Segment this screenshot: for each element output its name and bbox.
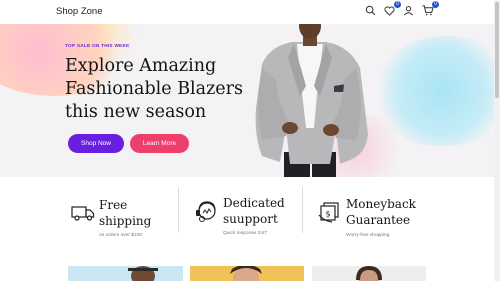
headset-icon xyxy=(196,201,216,222)
feature-subtitle: Worry-free shopping xyxy=(346,233,390,238)
header-icons: 0 0 xyxy=(364,1,439,17)
feature-title: Free shipping xyxy=(99,197,151,229)
product-image xyxy=(128,266,158,281)
scrollbar-thumb[interactable] xyxy=(495,2,499,98)
hero-banner: TOP SALE ON THIS WEEK Explore Amazing Fa… xyxy=(0,24,494,177)
feature-title-line: shipping xyxy=(99,214,152,228)
feature-free-shipping: Free shipping on orders over $100 xyxy=(66,177,176,255)
top-navbar: Shop Zone 0 0 xyxy=(0,0,494,24)
site-logo[interactable]: Shop Zone xyxy=(56,6,102,17)
feature-subtitle: on orders over $100 xyxy=(99,233,142,238)
product-image xyxy=(230,266,262,281)
hero-model-image xyxy=(255,24,368,177)
feature-title-line: suupport xyxy=(223,212,278,226)
feature-subtitle: Quick response 24/7 xyxy=(223,231,267,236)
product-cards-row xyxy=(0,266,494,281)
truck-icon xyxy=(71,206,95,221)
product-card[interactable] xyxy=(312,266,426,281)
feature-moneyback: $ Moneyback Guarantee Worry-free shoppin… xyxy=(314,177,434,255)
user-icon[interactable] xyxy=(402,4,415,17)
feature-title-line: Guarantee xyxy=(346,213,411,227)
product-card[interactable] xyxy=(68,266,183,281)
feature-title: Dedicated suupport xyxy=(223,195,285,227)
wishlist-count-badge: 0 xyxy=(394,1,401,8)
feature-title-line: Dedicated xyxy=(223,196,285,210)
feature-divider xyxy=(178,187,179,233)
money-icon: $ xyxy=(318,202,339,223)
feature-title-line: Moneyback xyxy=(346,197,416,211)
product-image xyxy=(356,266,382,281)
cart-icon xyxy=(422,5,434,16)
product-card[interactable] xyxy=(190,266,304,281)
svg-text:$: $ xyxy=(325,210,330,219)
feature-title-line: Free xyxy=(99,198,128,212)
wishlist-button[interactable]: 0 xyxy=(383,1,401,17)
heart-icon xyxy=(384,5,395,16)
cart-count-badge: 0 xyxy=(432,1,439,8)
search-icon[interactable] xyxy=(364,4,377,17)
features-section: Free shipping on orders over $100 Dedica… xyxy=(0,177,494,255)
feature-support: Dedicated suupport Quick response 24/7 xyxy=(190,177,300,255)
feature-divider xyxy=(302,187,303,233)
scrollbar[interactable] xyxy=(494,0,500,281)
cart-button[interactable]: 0 xyxy=(421,1,439,17)
feature-title: Moneyback Guarantee xyxy=(346,196,416,228)
